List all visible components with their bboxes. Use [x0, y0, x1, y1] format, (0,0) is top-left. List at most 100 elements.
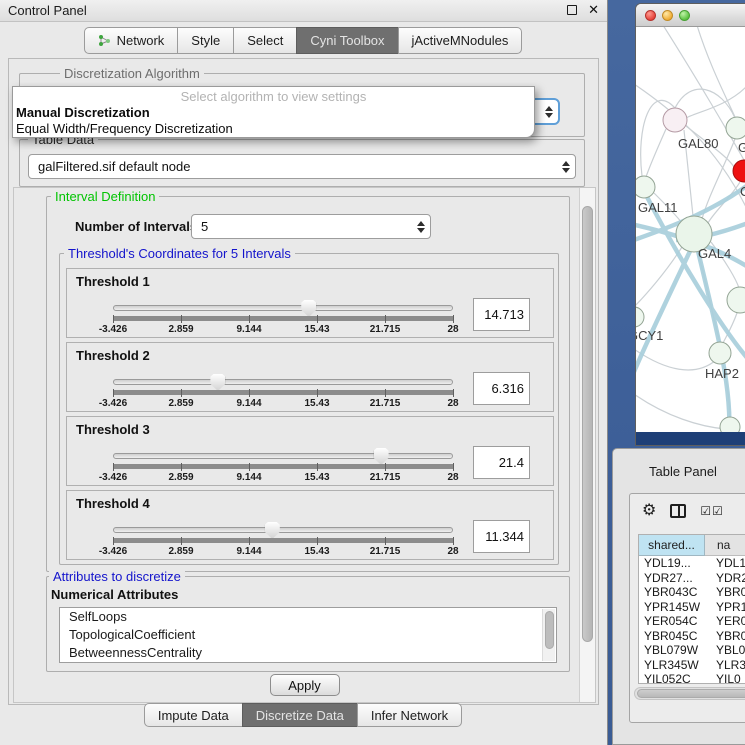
threshold-slider[interactable]: -3.4262.8599.14415.4321.71528 — [113, 453, 453, 485]
network-node-unlabeled[interactable] — [720, 417, 740, 433]
table-cell[interactable]: YBL0 — [705, 643, 745, 658]
table-cell[interactable]: YBR043C — [639, 585, 705, 600]
table-cell[interactable]: YLR3 — [705, 658, 745, 673]
network-node-ga[interactable] — [726, 117, 745, 139]
slider-track[interactable] — [113, 305, 453, 311]
close-icon[interactable]: ✕ — [588, 2, 599, 18]
table-row[interactable]: YER054CYER0 — [639, 614, 745, 629]
table-cell[interactable]: YER0 — [705, 614, 745, 629]
scrollbar-thumb[interactable] — [545, 611, 554, 649]
table-cell[interactable]: YDR2 — [705, 571, 745, 586]
slider-track[interactable] — [113, 527, 453, 533]
zoom-traffic-light-icon[interactable] — [679, 10, 690, 21]
network-canvas[interactable]: GAL80GACGAL11GAL4GCY1HHAP2 — [636, 27, 745, 433]
control-panel-window: Control Panel ✕ NetworkStyleSelectCyni T… — [0, 0, 608, 745]
thresholds-group: Threshold's Coordinates for 5 Intervals … — [59, 253, 559, 565]
table-cell[interactable]: YPR145W — [639, 600, 705, 615]
table-row[interactable]: YIL052CYIL0 — [639, 672, 745, 684]
slider-handle-icon[interactable] — [374, 448, 389, 465]
combo-stepper-icon[interactable] — [417, 221, 425, 233]
table-row[interactable]: YBL079WYBL0 — [639, 643, 745, 658]
popup-option-equal-width-frequency[interactable]: Equal Width/Frequency Discretization — [16, 121, 233, 136]
scrollbar-thumb[interactable] — [637, 689, 745, 698]
checkbox-columns-icon[interactable]: ☑☑ — [700, 504, 724, 518]
close-traffic-light-icon[interactable] — [645, 10, 656, 21]
table-row[interactable]: YDR27...YDR2 — [639, 571, 745, 586]
slider-handle-icon[interactable] — [301, 300, 316, 317]
network-node-c[interactable] — [733, 160, 745, 182]
threshold-value-field[interactable]: 11.344 — [473, 520, 530, 553]
network-node-label: GCY1 — [636, 328, 663, 343]
table-data-combo[interactable]: galFiltered.sif default node — [28, 154, 576, 179]
table-row[interactable]: YDL19...YDL1 — [639, 556, 745, 571]
table-cell[interactable]: YDR27... — [639, 571, 705, 586]
gear-icon[interactable]: ⚙ — [642, 503, 656, 519]
table-cell[interactable]: YBR0 — [705, 585, 745, 600]
attribute-list-item[interactable]: SelfLoops — [60, 608, 556, 626]
threshold-panel: Threshold 3 -3.4262.8599.14415.4321.7152… — [66, 416, 554, 486]
table-cell[interactable]: YDL1 — [705, 556, 745, 571]
attributes-list-scrollbar[interactable] — [542, 609, 555, 661]
table-cell[interactable]: YIL052C — [639, 672, 705, 684]
slider-handle-icon[interactable] — [210, 374, 225, 391]
settings-vertical-scrollbar[interactable] — [579, 188, 595, 702]
network-node-gal11[interactable] — [636, 176, 655, 198]
num-intervals-combo[interactable]: 5 — [191, 214, 431, 239]
attribute-list-item[interactable]: BetweennessCentrality — [60, 644, 556, 662]
tab-impute-data[interactable]: Impute Data — [144, 703, 243, 727]
combo-stepper-icon[interactable] — [562, 161, 570, 173]
table-header-row: shared... na — [639, 535, 745, 556]
slider-tick-label: 28 — [447, 546, 458, 557]
slider-handle-icon[interactable] — [265, 522, 280, 539]
table-horizontal-scrollbar[interactable] — [634, 687, 745, 700]
table-row[interactable]: YPR145WYPR1 — [639, 600, 745, 615]
minimize-traffic-light-icon[interactable] — [662, 10, 673, 21]
slider-tick-label: 15.43 — [304, 324, 329, 335]
attribute-list-item[interactable]: TopologicalCoefficient — [60, 626, 556, 644]
tab-cyni-toolbox[interactable]: Cyni Toolbox — [296, 27, 398, 54]
network-node-gal80[interactable] — [663, 108, 687, 132]
attributes-group-title: Attributes to discretize — [49, 569, 185, 584]
table-cell[interactable]: YBR045C — [639, 629, 705, 644]
table-cell[interactable]: YER054C — [639, 614, 705, 629]
table-cell[interactable]: YBL079W — [639, 643, 705, 658]
tab-jactivemnodules[interactable]: jActiveMNodules — [398, 27, 523, 54]
table-cell[interactable]: YLR345W — [639, 658, 705, 673]
network-view-window: GAL80GACGAL11GAL4GCY1HHAP2 — [635, 3, 745, 446]
table-cell[interactable]: YDL19... — [639, 556, 705, 571]
slider-major-tick — [113, 463, 114, 471]
threshold-value-field[interactable]: 6.316 — [473, 372, 530, 405]
tab-discretize-data[interactable]: Discretize Data — [242, 703, 358, 727]
slider-track[interactable] — [113, 379, 453, 385]
table-cell[interactable]: YPR1 — [705, 600, 745, 615]
table-row[interactable]: YBR043CYBR0 — [639, 585, 745, 600]
threshold-value-field[interactable]: 14.713 — [473, 298, 530, 331]
threshold-slider[interactable]: -3.4262.8599.14415.4321.71528 — [113, 527, 453, 559]
network-node-gcy1[interactable] — [636, 307, 644, 327]
scrollbar-thumb[interactable] — [582, 206, 593, 642]
float-window-icon[interactable] — [567, 5, 577, 15]
column-header-shared-name[interactable]: shared... — [639, 535, 705, 556]
slider-tick-label: 28 — [447, 472, 458, 483]
column-header-name[interactable]: na — [705, 535, 745, 556]
table-row[interactable]: YBR045CYBR0 — [639, 629, 745, 644]
tab-infer-network[interactable]: Infer Network — [357, 703, 462, 727]
tab-label: Style — [191, 33, 220, 48]
network-node-hap2[interactable] — [709, 342, 731, 364]
table-cell[interactable]: YIL0 — [705, 672, 745, 684]
threshold-slider[interactable]: -3.4262.8599.14415.4321.71528 — [113, 305, 453, 337]
popup-option-manual-discretization[interactable]: Manual Discretization — [16, 105, 150, 120]
threshold-value-field[interactable]: 21.4 — [473, 446, 530, 479]
tab-select[interactable]: Select — [233, 27, 297, 54]
table-cell[interactable]: YBR0 — [705, 629, 745, 644]
apply-button[interactable]: Apply — [270, 674, 340, 696]
network-node-h[interactable] — [727, 287, 745, 313]
tab-network[interactable]: Network — [84, 27, 179, 54]
combo-stepper-icon[interactable] — [545, 106, 553, 118]
slider-tick-label: 9.144 — [236, 472, 261, 483]
table-row[interactable]: YLR345WYLR3 — [639, 658, 745, 673]
slider-track[interactable] — [113, 453, 453, 459]
threshold-slider[interactable]: -3.4262.8599.14415.4321.71528 — [113, 379, 453, 411]
tab-style[interactable]: Style — [177, 27, 234, 54]
split-columns-icon[interactable] — [670, 504, 686, 518]
